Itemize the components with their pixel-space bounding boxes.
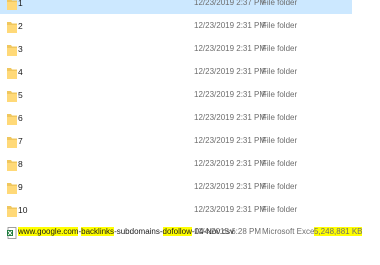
folder-icon (7, 136, 17, 148)
folder-name: 5 (18, 90, 23, 100)
date-modified: 12/23/2019 2:31 PM (194, 90, 267, 99)
file-type: File folder (262, 136, 298, 145)
folder-icon (7, 21, 17, 33)
folder-icon (7, 0, 17, 10)
date-modified: 12/23/2019 2:31 PM (194, 159, 267, 168)
folder-icon (7, 182, 17, 194)
date-modified: 11/4/2015 6:28 PM (194, 227, 262, 236)
folder-icon (7, 44, 17, 56)
date-modified: 12/23/2019 2:31 PM (194, 113, 267, 122)
folder-row-6[interactable]: 6 12/23/2019 2:31 PM File folder (0, 109, 352, 129)
folder-name: 10 (18, 205, 28, 215)
file-list: 1 12/23/2019 2:37 PM File folder 2 12/23… (0, 0, 380, 265)
folder-name: 8 (18, 159, 23, 169)
folder-icon (7, 67, 17, 79)
folder-row-7[interactable]: 7 12/23/2019 2:31 PM File folder (0, 132, 352, 152)
file-type: File folder (262, 44, 298, 53)
folder-icon (7, 90, 17, 102)
folder-row-1[interactable]: 1 12/23/2019 2:37 PM File folder (0, 0, 352, 14)
folder-icon (7, 205, 17, 217)
folder-row-8[interactable]: 8 12/23/2019 2:31 PM File folder (0, 155, 352, 175)
date-modified: 12/23/2019 2:31 PM (194, 44, 267, 53)
file-type: File folder (262, 21, 298, 30)
filename-segment: -subdomains- (114, 227, 163, 236)
csv-file-row[interactable]: www.google.com-backlinks-subdomains-dofo… (0, 223, 363, 243)
file-type: File folder (262, 113, 298, 122)
folder-name: 1 (18, 0, 23, 8)
file-size: 5,248,881 KB (314, 227, 363, 236)
file-type: File folder (262, 159, 298, 168)
folder-icon (7, 113, 17, 125)
date-modified: 12/23/2019 2:31 PM (194, 205, 267, 214)
highlighted-keyword: backlinks (81, 227, 115, 236)
folder-name: 2 (18, 21, 23, 31)
folder-name: 3 (18, 44, 23, 54)
folder-row-9[interactable]: 9 12/23/2019 2:31 PM File folder (0, 178, 352, 198)
folder-row-5[interactable]: 5 12/23/2019 2:31 PM File folder (0, 86, 352, 106)
highlighted-keyword: dofollow (162, 227, 192, 236)
folder-row-10[interactable]: 10 12/23/2019 2:31 PM File folder (0, 201, 352, 221)
excel-csv-icon (7, 227, 17, 239)
file-type: File folder (262, 90, 298, 99)
folder-name: 9 (18, 182, 23, 192)
folder-name: 7 (18, 136, 23, 146)
date-modified: 12/23/2019 2:31 PM (194, 21, 267, 30)
file-type: File folder (262, 182, 298, 191)
folder-row-2[interactable]: 2 12/23/2019 2:31 PM File folder (0, 17, 352, 37)
folder-name: 4 (18, 67, 23, 77)
date-modified: 12/23/2019 2:31 PM (194, 182, 267, 191)
folder-name: 6 (18, 113, 23, 123)
date-modified: 12/23/2019 2:37 PM (194, 0, 267, 7)
date-modified: 12/23/2019 2:31 PM (194, 67, 267, 76)
file-type: File folder (262, 67, 298, 76)
file-type: File folder (262, 205, 298, 214)
date-modified: 12/23/2019 2:31 PM (194, 136, 267, 145)
folder-row-4[interactable]: 4 12/23/2019 2:31 PM File folder (0, 63, 352, 83)
highlighted-keyword: www.google.com (18, 227, 79, 236)
folder-row-3[interactable]: 3 12/23/2019 2:31 PM File folder (0, 40, 352, 60)
file-type: File folder (262, 0, 298, 7)
folder-icon (7, 159, 17, 171)
